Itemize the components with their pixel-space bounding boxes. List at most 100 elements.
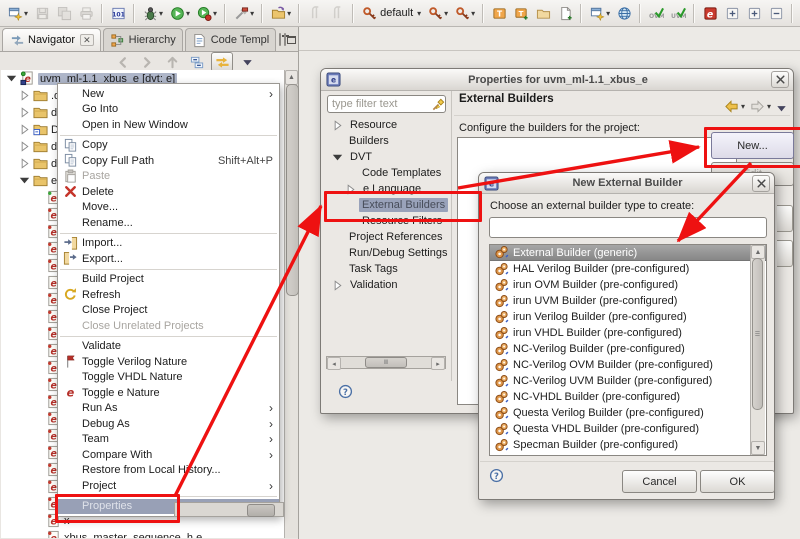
run-button[interactable]: ▾ [166, 0, 193, 26]
navigator-vertical-scrollbar[interactable]: ▲ [284, 70, 299, 538]
menu-item-new[interactable]: New › [58, 86, 279, 102]
scrollbar-thumb[interactable] [286, 84, 299, 296]
builder-type-filter-input[interactable] [489, 217, 767, 238]
prefs-tree-item-builders[interactable]: Builders [327, 133, 447, 149]
menu-item-toggle-vhdl-nature[interactable]: Toggle VHDL Nature [58, 370, 279, 386]
new-e-file-button[interactable]: T [488, 0, 510, 26]
builder-type-item[interactable]: NC-Verilog UVM Builder (pre-configured) [490, 373, 766, 389]
menu-item-export[interactable]: Export... [58, 251, 279, 267]
uvm-compliance-button[interactable]: UVM [667, 0, 689, 26]
new-verilog-file-button[interactable]: T [510, 0, 532, 26]
menu-item-import[interactable]: Import... [58, 236, 279, 252]
external-tools-button[interactable]: ▾ [230, 0, 257, 26]
collapse-button[interactable] [765, 0, 787, 26]
menu-item-toggle-verilog-nature[interactable]: Toggle Verilog Nature [58, 354, 279, 370]
menu-item-move[interactable]: Move... [58, 200, 279, 216]
tab-code-templ[interactable]: Code Templ [184, 28, 277, 51]
navigator-horizontal-scrollbar[interactable] [174, 502, 284, 517]
back-dropdown-icon[interactable]: ▾ [741, 102, 745, 111]
clear-filter-broom-icon[interactable] [430, 96, 446, 112]
scrollbar-thumb[interactable]: ☰ [752, 258, 763, 410]
menu-item-restore-from-local-history[interactable]: Restore from Local History... [58, 463, 279, 479]
builder-type-item[interactable]: irun UVM Builder (pre-configured) [490, 293, 766, 309]
builder-list-vscrollbar[interactable]: ▲ ☰ ▼ [750, 245, 765, 455]
back-icon[interactable] [723, 98, 739, 114]
browser-button[interactable] [613, 0, 635, 26]
e-compile-button[interactable]: e [699, 0, 721, 26]
prefs-tree-item-project-references[interactable]: Project References [327, 229, 447, 245]
scrollbar-thumb[interactable]: ‖‖ [365, 357, 407, 368]
launch-group-button[interactable]: ▾ [451, 0, 478, 26]
builder-type-item[interactable]: NC-Verilog OVM Builder (pre-configured) [490, 357, 766, 373]
menu-item-team[interactable]: Team › [58, 432, 279, 448]
preferences-tree-hscrollbar[interactable]: ◂ ‖‖ ▸ [326, 356, 446, 370]
default-launch-combo[interactable]: default ▾ [358, 0, 424, 26]
scroll-down-icon[interactable]: ▼ [751, 441, 765, 455]
tree-item-xbus-master-sequence-h-e[interactable]: e xbus_master_sequence_h.e [1, 529, 284, 538]
forward-dropdown-icon[interactable]: ▾ [767, 102, 771, 111]
ovm-compliance-button[interactable]: OVM [645, 0, 667, 26]
minimize-button[interactable] [279, 33, 290, 46]
menu-item-validate[interactable]: Validate [58, 339, 279, 355]
tab-navigator[interactable]: Navigator ✕ [2, 28, 101, 51]
scrollbar-thumb[interactable] [247, 504, 275, 517]
menu-item-open-in-new-window[interactable]: Open in New Window [58, 117, 279, 133]
properties-dialog-titlebar[interactable]: e Properties for uvm_ml-1.1_xbus_e [321, 69, 793, 91]
cancel-button[interactable]: Cancel [622, 470, 697, 493]
scroll-up-icon[interactable]: ▲ [751, 245, 765, 259]
prefs-tree-item-code-templates[interactable]: Code Templates [327, 165, 447, 181]
builder-type-item[interactable]: NC-VHDL Builder (pre-configured) [490, 389, 766, 405]
forward-icon[interactable] [749, 98, 765, 114]
help-icon[interactable]: ? [488, 467, 504, 483]
builder-type-item[interactable]: External Builder (generic) [490, 245, 766, 261]
build-button[interactable]: 101 [107, 0, 129, 26]
close-icon[interactable] [771, 71, 789, 88]
help-icon[interactable]: ? [337, 383, 353, 399]
menu-item-project[interactable]: Project › [58, 478, 279, 494]
close-icon[interactable]: ✕ [80, 34, 94, 46]
builder-type-item[interactable]: irun VHDL Builder (pre-configured) [490, 325, 766, 341]
maximize-button[interactable] [284, 33, 297, 46]
view-menu-icon[interactable] [773, 100, 789, 116]
menu-item-rename[interactable]: Rename... [58, 215, 279, 231]
menu-item-compare-with[interactable]: Compare With › [58, 447, 279, 463]
new-builder-dialog-titlebar[interactable]: e New External Builder [479, 173, 774, 194]
scroll-up-icon[interactable]: ▲ [285, 70, 298, 85]
filter-input[interactable] [327, 95, 446, 113]
scroll-left-icon[interactable]: ◂ [327, 357, 341, 370]
new-window-button[interactable]: ▾ [586, 0, 613, 26]
builder-type-item[interactable]: HAL Verilog Builder (pre-configured) [490, 261, 766, 277]
builder-type-item[interactable]: Questa Verilog Builder (pre-configured) [490, 405, 766, 421]
scroll-right-icon[interactable]: ▸ [431, 357, 445, 370]
menu-item-copy-full-path[interactable]: Copy Full Path Shift+Alt+P [58, 153, 279, 169]
launch-config-button[interactable]: ▾ [424, 0, 451, 26]
expand-button[interactable] [721, 0, 743, 26]
prefs-tree-item-dvt[interactable]: DVT [327, 149, 447, 165]
expand-all-button[interactable] [743, 0, 765, 26]
menu-item-go-into[interactable]: Go Into [58, 102, 279, 118]
menu-item-delete[interactable]: Delete [58, 184, 279, 200]
collapse-all-button[interactable] [186, 52, 208, 72]
menu-item-copy[interactable]: Copy [58, 138, 279, 154]
prefs-tree-item-validation[interactable]: Validation [327, 277, 447, 293]
menu-item-run-as[interactable]: Run As › [58, 401, 279, 417]
prefs-tree-item-resource[interactable]: Resource [327, 117, 447, 133]
builder-type-item[interactable]: Specman Builder (pre-configured) [490, 437, 766, 453]
prefs-tree-item-run-debug-settings[interactable]: Run/Debug Settings [327, 245, 447, 261]
prefs-tree-item-task-tags[interactable]: Task Tags [327, 261, 447, 277]
close-icon[interactable] [752, 174, 770, 192]
builder-type-item[interactable]: Questa VHDL Builder (pre-configured) [490, 421, 766, 437]
ok-button[interactable]: OK [700, 470, 775, 493]
menu-item-debug-as[interactable]: Debug As › [58, 416, 279, 432]
link-with-editor-button[interactable] [211, 52, 233, 72]
builder-type-item[interactable]: irun Verilog Builder (pre-configured) [490, 309, 766, 325]
builder-type-item[interactable]: NC-Verilog Builder (pre-configured) [490, 341, 766, 357]
new-folder-button[interactable] [532, 0, 554, 26]
open-resource-button[interactable]: ▾ [267, 0, 294, 26]
tab-hierarchy[interactable]: Hierarchy [102, 28, 183, 51]
view-menu-button[interactable] [236, 52, 258, 72]
debug-button[interactable]: ▾ [139, 0, 166, 26]
menu-item-close-project[interactable]: Close Project [58, 303, 279, 319]
builder-type-item[interactable]: irun OVM Builder (pre-configured) [490, 277, 766, 293]
run-history-button[interactable]: ▾ [193, 0, 220, 26]
